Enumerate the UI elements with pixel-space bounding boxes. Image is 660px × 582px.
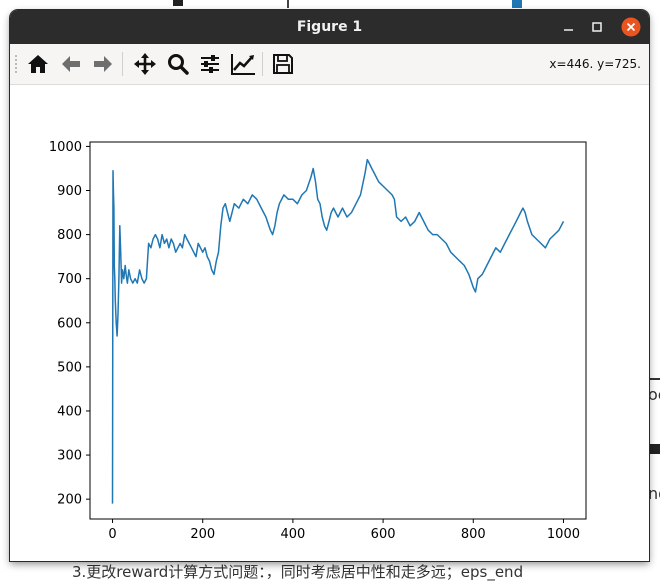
background-marker: [173, 0, 183, 6]
x-tick-label: 0: [108, 527, 116, 542]
maximize-icon[interactable]: [588, 18, 606, 36]
arrow-left-icon: [62, 56, 80, 72]
background-divider: [649, 378, 660, 380]
background-text-2: nd: [648, 484, 660, 503]
background-bottom-text: 3.更改reward计算方式问题：，同时考虑居中性和走多远；eps_end: [72, 563, 524, 581]
y-tick-label: 800: [57, 228, 82, 243]
arrow-right-icon: [94, 56, 112, 72]
window-title: Figure 1: [296, 19, 363, 35]
figure-window: Figure 1 x=446. y=725. 0 200 400 600 800…: [10, 10, 649, 561]
background-text-1: oc: [648, 385, 660, 404]
x-tick-label: 600: [371, 527, 396, 542]
title-bar[interactable]: Figure 1: [10, 10, 649, 44]
y-tick-label: 200: [57, 493, 82, 508]
sliders-icon: [201, 55, 219, 73]
minimize-icon[interactable]: [560, 18, 578, 36]
y-tick-label: 900: [57, 184, 82, 199]
toolbar-separator: [122, 52, 123, 76]
background-block: [648, 444, 660, 454]
x-tick-label: 800: [461, 527, 486, 542]
save-button[interactable]: [269, 50, 297, 78]
back-button[interactable]: [57, 50, 85, 78]
move-icon: [134, 53, 156, 75]
y-tick-label: 1000: [49, 140, 82, 155]
background-bottom-strip: 3.更改reward计算方式问题：，同时考虑居中性和走多远；eps_end: [0, 560, 660, 581]
y-tick-label: 400: [57, 404, 82, 419]
y-tick-label: 300: [57, 449, 82, 464]
home-icon: [28, 55, 48, 73]
customize-button[interactable]: [229, 50, 257, 78]
y-axis: 200 300 400 500 600 700 800 900 1000: [49, 140, 90, 508]
zoom-button[interactable]: [164, 50, 192, 78]
x-tick-label: 200: [190, 527, 215, 542]
pan-button[interactable]: [131, 50, 159, 78]
line-chart: 0 200 400 600 800 1000 200 300 400 500 600 700 800 9…: [49, 140, 587, 542]
subplots-button[interactable]: [196, 50, 224, 78]
cursor-coordinates: x=446. y=725.: [549, 57, 641, 71]
plot-area: [89, 141, 587, 520]
line-chart-icon: [231, 54, 255, 75]
y-tick-label: 500: [57, 360, 82, 375]
forward-button[interactable]: [89, 50, 117, 78]
figure-canvas[interactable]: 0 200 400 600 800 1000 200 300 400 500 600 700 800 9…: [10, 85, 649, 561]
toolbar-separator: [262, 52, 263, 76]
toolbar: x=446. y=725.: [10, 44, 649, 85]
x-axis: 0 200 400 600 800 1000: [108, 519, 580, 542]
close-icon[interactable]: [621, 17, 641, 37]
home-button[interactable]: [24, 50, 52, 78]
background-marker: [287, 0, 289, 8]
x-tick-label: 400: [280, 527, 305, 542]
toolbar-grip[interactable]: [14, 54, 18, 74]
x-tick-label: 1000: [547, 527, 580, 542]
magnifier-icon: [168, 54, 189, 75]
y-tick-label: 700: [57, 272, 82, 287]
y-tick-label: 600: [57, 316, 82, 331]
floppy-disk-icon: [273, 54, 293, 74]
background-chart-fragment: [512, 0, 522, 8]
